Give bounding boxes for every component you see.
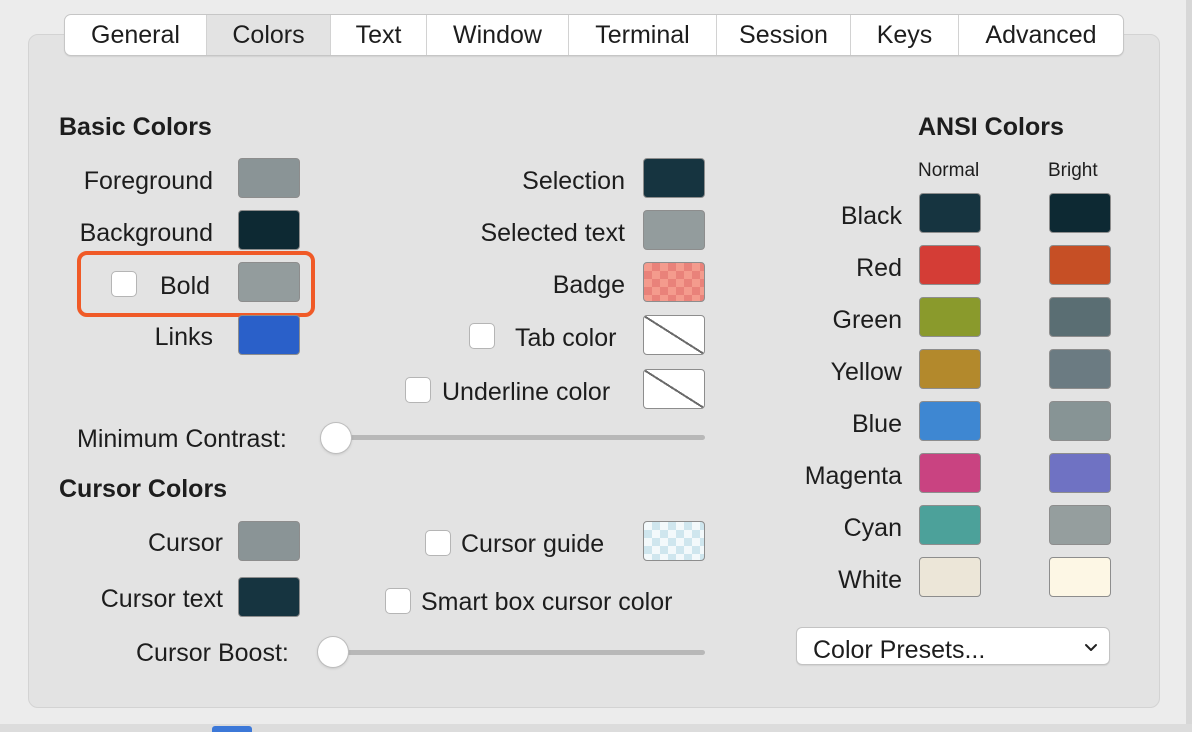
cursor-guide-checkbox[interactable] bbox=[425, 530, 451, 556]
ansi-cyan-normal-color-well[interactable] bbox=[919, 505, 981, 545]
tab-terminal[interactable]: Terminal bbox=[569, 15, 717, 55]
cursor-color-well[interactable] bbox=[238, 521, 300, 561]
ansi-normal-label: Normal bbox=[918, 160, 980, 181]
selected-text-color-well[interactable] bbox=[643, 210, 705, 250]
ansi-cyan-label: Cyan bbox=[843, 514, 902, 542]
cursor-boost-label: Cursor Boost: bbox=[136, 639, 289, 667]
ansi-blue-label: Blue bbox=[851, 410, 902, 438]
cursor-guide-color-well[interactable] bbox=[643, 521, 705, 561]
links-label: Links bbox=[154, 323, 213, 351]
color-presets-popup[interactable]: Color Presets... bbox=[796, 627, 1110, 665]
ansi-green-bright-color-well[interactable] bbox=[1049, 297, 1111, 337]
selected-text-label: Selected text bbox=[480, 219, 625, 247]
ansi-cyan-bright-color-well[interactable] bbox=[1049, 505, 1111, 545]
ansi-black-label: Black bbox=[840, 202, 902, 230]
ansi-yellow-label: Yellow bbox=[830, 358, 902, 386]
color-presets-label: Color Presets... bbox=[813, 636, 986, 664]
ansi-black-bright-color-well[interactable] bbox=[1049, 193, 1111, 233]
cursor-label: Cursor bbox=[147, 529, 223, 557]
chevron-down-icon bbox=[1085, 644, 1097, 651]
cursor-guide-label: Cursor guide bbox=[461, 530, 605, 558]
cursor-boost-knob[interactable] bbox=[318, 637, 348, 667]
background-color-well[interactable] bbox=[238, 210, 300, 250]
ansi-white-label: White bbox=[838, 566, 902, 594]
ansi-red-bright-color-well[interactable] bbox=[1049, 245, 1111, 285]
ansi-green-label: Green bbox=[832, 306, 902, 334]
tab-general[interactable]: General bbox=[65, 15, 207, 55]
cursor-text-label: Cursor text bbox=[100, 585, 223, 613]
badge-label: Badge bbox=[552, 271, 625, 299]
ansi-white-bright-color-well[interactable] bbox=[1049, 557, 1111, 597]
foreground-color-well[interactable] bbox=[238, 158, 300, 198]
ansi-magenta-label: Magenta bbox=[804, 462, 902, 490]
underline-color-checkbox[interactable] bbox=[405, 377, 431, 403]
minimum-contrast-label: Minimum Contrast: bbox=[77, 425, 287, 453]
cursor-text-color-well[interactable] bbox=[238, 577, 300, 617]
smart-box-cursor-label: Smart box cursor color bbox=[421, 588, 673, 616]
ansi-colors-heading: ANSI Colors bbox=[918, 113, 1064, 141]
ansi-bright-label: Bright bbox=[1048, 160, 1098, 181]
ansi-yellow-normal-color-well[interactable] bbox=[919, 349, 981, 389]
ansi-yellow-bright-color-well[interactable] bbox=[1049, 349, 1111, 389]
smart-box-cursor-checkbox[interactable] bbox=[385, 588, 411, 614]
ansi-blue-normal-color-well[interactable] bbox=[919, 401, 981, 441]
background-label: Background bbox=[79, 219, 213, 247]
window-edge-bottom bbox=[0, 724, 1192, 732]
badge-color-well[interactable] bbox=[643, 262, 705, 302]
underline-color-well[interactable] bbox=[643, 369, 705, 409]
bold-highlight-annotation bbox=[77, 251, 315, 317]
ansi-white-normal-color-well[interactable] bbox=[919, 557, 981, 597]
selection-color-well[interactable] bbox=[643, 158, 705, 198]
tab-window[interactable]: Window bbox=[427, 15, 569, 55]
tab-text[interactable]: Text bbox=[331, 15, 427, 55]
preferences-tab-bar: General Colors Text Window Terminal Sess… bbox=[64, 14, 1124, 56]
ansi-magenta-bright-color-well[interactable] bbox=[1049, 453, 1111, 493]
tab-session[interactable]: Session bbox=[717, 15, 851, 55]
window-edge-right bbox=[1186, 0, 1192, 732]
tab-color-well[interactable] bbox=[643, 315, 705, 355]
minimum-contrast-track[interactable] bbox=[336, 435, 705, 440]
ansi-red-label: Red bbox=[856, 254, 902, 282]
cursor-boost-track[interactable] bbox=[332, 650, 705, 655]
ansi-red-normal-color-well[interactable] bbox=[919, 245, 981, 285]
basic-colors-heading: Basic Colors bbox=[59, 113, 212, 141]
window-edge-accent bbox=[212, 726, 252, 732]
ansi-black-normal-color-well[interactable] bbox=[919, 193, 981, 233]
tab-keys[interactable]: Keys bbox=[851, 15, 959, 55]
tab-colors[interactable]: Colors bbox=[207, 15, 331, 55]
tab-advanced[interactable]: Advanced bbox=[959, 15, 1123, 55]
selection-label: Selection bbox=[522, 167, 625, 195]
cursor-colors-heading: Cursor Colors bbox=[59, 475, 228, 503]
ansi-blue-bright-color-well[interactable] bbox=[1049, 401, 1111, 441]
ansi-green-normal-color-well[interactable] bbox=[919, 297, 981, 337]
foreground-label: Foreground bbox=[83, 167, 213, 195]
ansi-magenta-normal-color-well[interactable] bbox=[919, 453, 981, 493]
links-color-well[interactable] bbox=[238, 315, 300, 355]
minimum-contrast-knob[interactable] bbox=[321, 423, 351, 453]
underline-color-label: Underline color bbox=[442, 378, 611, 406]
tab-color-label: Tab color bbox=[515, 324, 617, 352]
tab-color-checkbox[interactable] bbox=[469, 323, 495, 349]
